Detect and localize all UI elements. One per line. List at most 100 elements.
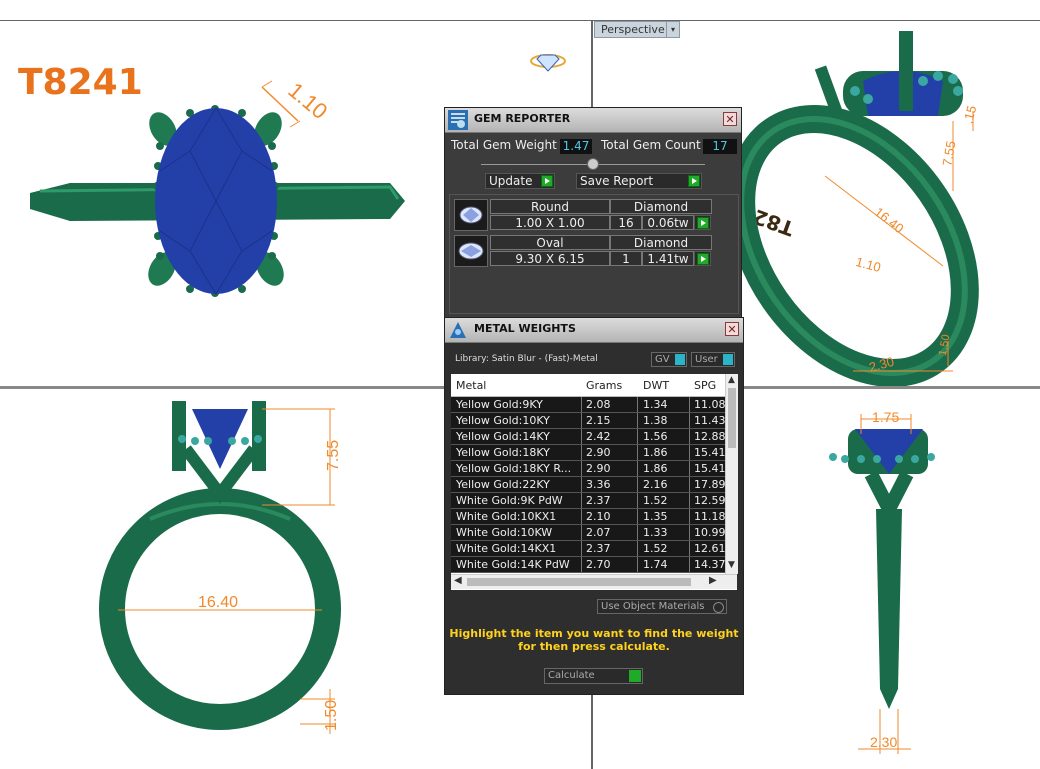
table-cell: 2.16 xyxy=(643,478,668,491)
table-row[interactable]: White Gold:9K PdW 2.37 1.52 12.59 xyxy=(451,493,725,509)
metal-table[interactable]: Metal Grams DWT SPG Yellow Gold:9KY 2.08 1… xyxy=(451,374,738,590)
close-icon[interactable]: ✕ xyxy=(725,322,739,336)
col-grams[interactable]: Grams xyxy=(586,379,622,392)
table-cell: 2.37 xyxy=(586,494,611,507)
column-divider xyxy=(689,541,690,556)
play-icon xyxy=(688,175,700,187)
column-divider xyxy=(581,509,582,524)
gem-reporter-titlebar[interactable]: GEM REPORTER ✕ xyxy=(445,108,741,133)
col-dwt[interactable]: DWT xyxy=(643,379,669,392)
table-cell: 11.08 xyxy=(694,398,725,411)
table-row[interactable]: White Gold:10KX1 2.10 1.35 11.18 xyxy=(451,509,725,525)
dim-side-175: 1.75 xyxy=(872,409,899,425)
column-divider xyxy=(581,445,582,460)
table-row[interactable]: Yellow Gold:18KY 2.90 1.86 15.41 xyxy=(451,445,725,461)
table-cell: 1.56 xyxy=(643,430,668,443)
total-gem-weight-label: Total Gem Weight xyxy=(451,138,557,152)
calculate-button[interactable]: Calculate xyxy=(544,668,643,684)
user-label: User xyxy=(695,354,718,365)
table-row[interactable]: Yellow Gold:22KY 3.36 2.16 17.89 xyxy=(451,477,725,493)
table-cell: 1.35 xyxy=(643,510,668,523)
update-button[interactable]: Update xyxy=(485,173,555,189)
table-cell: 2.07 xyxy=(586,526,611,539)
table-cell: Yellow Gold:22KY xyxy=(456,478,550,491)
close-icon[interactable]: ✕ xyxy=(723,112,737,126)
use-object-materials-checkbox[interactable]: Use Object Materials xyxy=(597,599,727,614)
gem-go-button[interactable] xyxy=(694,251,711,266)
column-divider xyxy=(581,493,582,508)
table-cell: 1.86 xyxy=(643,462,668,475)
dim-persp-15: .15 xyxy=(960,104,979,125)
vertical-scrollbar[interactable]: ▲ ▼ xyxy=(725,374,738,574)
table-cell: 2.08 xyxy=(586,398,611,411)
table-cell: 15.41 xyxy=(694,446,725,459)
table-cell: 12.88 xyxy=(694,430,725,443)
gem-row-oval[interactable]: Oval Diamond 9.30 X 6.15 1 1.41tw xyxy=(454,235,712,269)
gem-size: 9.30 X 6.15 xyxy=(490,251,610,266)
gem-reporter-title: GEM REPORTER xyxy=(474,112,571,125)
table-cell: White Gold:9K PdW xyxy=(456,494,563,507)
gem-shape: Oval xyxy=(490,235,610,250)
table-cell: 3.36 xyxy=(586,478,611,491)
column-divider xyxy=(637,525,638,540)
play-icon xyxy=(541,175,553,187)
table-row[interactable]: White Gold:14KX1 2.37 1.52 12.61 xyxy=(451,541,725,557)
table-row[interactable]: White Gold:14K PdW 2.70 1.74 14.37 xyxy=(451,557,725,573)
hscroll-thumb[interactable] xyxy=(467,578,691,586)
column-divider xyxy=(689,525,690,540)
column-divider xyxy=(637,557,638,572)
gem-go-button[interactable] xyxy=(694,215,711,230)
size-slider-handle[interactable] xyxy=(587,158,599,170)
scroll-up-icon[interactable]: ▲ xyxy=(728,375,735,385)
table-cell: 1.52 xyxy=(643,542,668,555)
column-divider xyxy=(689,413,690,428)
table-cell: Yellow Gold:18KY xyxy=(456,446,550,459)
table-cell: 2.70 xyxy=(586,558,611,571)
user-toggle[interactable]: User xyxy=(691,352,735,367)
table-cell: 1.52 xyxy=(643,494,668,507)
metal-weights-titlebar[interactable]: METAL WEIGHTS ✕ xyxy=(445,318,743,343)
chevron-down-icon[interactable]: ▾ xyxy=(666,22,679,37)
table-cell: 11.43 xyxy=(694,414,725,427)
table-cell: White Gold:14K PdW xyxy=(456,558,570,571)
dim-side-230: 2.30 xyxy=(870,734,897,750)
table-row[interactable]: Yellow Gold:9KY 2.08 1.34 11.08 xyxy=(451,397,725,413)
scroll-left-icon[interactable]: ◀ xyxy=(454,575,462,586)
scroll-thumb[interactable] xyxy=(728,388,736,448)
col-spg[interactable]: SPG xyxy=(694,379,716,392)
scale-icon xyxy=(450,322,466,338)
column-divider xyxy=(689,477,690,492)
gem-type: Diamond xyxy=(610,199,712,214)
play-icon xyxy=(629,670,641,682)
perspective-tab[interactable]: Perspective ▾ xyxy=(594,21,680,38)
column-divider xyxy=(581,525,582,540)
gem-count: 16 xyxy=(610,215,642,230)
scroll-right-icon[interactable]: ▶ xyxy=(709,575,717,586)
col-metal[interactable]: Metal xyxy=(456,379,486,392)
table-cell: 14.37 xyxy=(694,558,725,571)
scroll-down-icon[interactable]: ▼ xyxy=(728,560,735,570)
table-row[interactable]: Yellow Gold:14KY 2.42 1.56 12.88 xyxy=(451,429,725,445)
save-report-button[interactable]: Save Report xyxy=(576,173,702,189)
table-cell: 15.41 xyxy=(694,462,725,475)
table-cell: 17.89 xyxy=(694,478,725,491)
table-cell: White Gold:14KX1 xyxy=(456,542,557,555)
table-cell: Yellow Gold:9KY xyxy=(456,398,543,411)
table-row[interactable]: Yellow Gold:18KY R... 2.90 1.86 15.41 xyxy=(451,461,725,477)
horizontal-scrollbar[interactable]: ◀ ▶ xyxy=(451,574,737,589)
gv-toggle[interactable]: GV xyxy=(651,352,687,367)
gem-type: Diamond xyxy=(610,235,712,250)
total-gem-weight-value: 1.47 xyxy=(560,139,592,154)
library-label: Library: Satin Blur - (Fast)-Metal xyxy=(455,354,598,364)
gem-size: 1.00 X 1.00 xyxy=(490,215,610,230)
save-report-label: Save Report xyxy=(580,174,654,188)
table-row[interactable]: White Gold:10KW 2.07 1.33 10.99 xyxy=(451,525,725,541)
dim-top-prong: 1.10 xyxy=(283,77,332,124)
gem-report-icon xyxy=(448,110,468,130)
gem-shape: Round xyxy=(490,199,610,214)
gem-row-round[interactable]: Round Diamond 1.00 X 1.00 16 0.06tw xyxy=(454,199,712,233)
table-row[interactable]: Yellow Gold:10KY 2.15 1.38 11.43 xyxy=(451,413,725,429)
oval-gem-icon xyxy=(454,235,488,267)
column-divider xyxy=(581,461,582,476)
total-gem-count-value: 17 xyxy=(703,139,737,154)
